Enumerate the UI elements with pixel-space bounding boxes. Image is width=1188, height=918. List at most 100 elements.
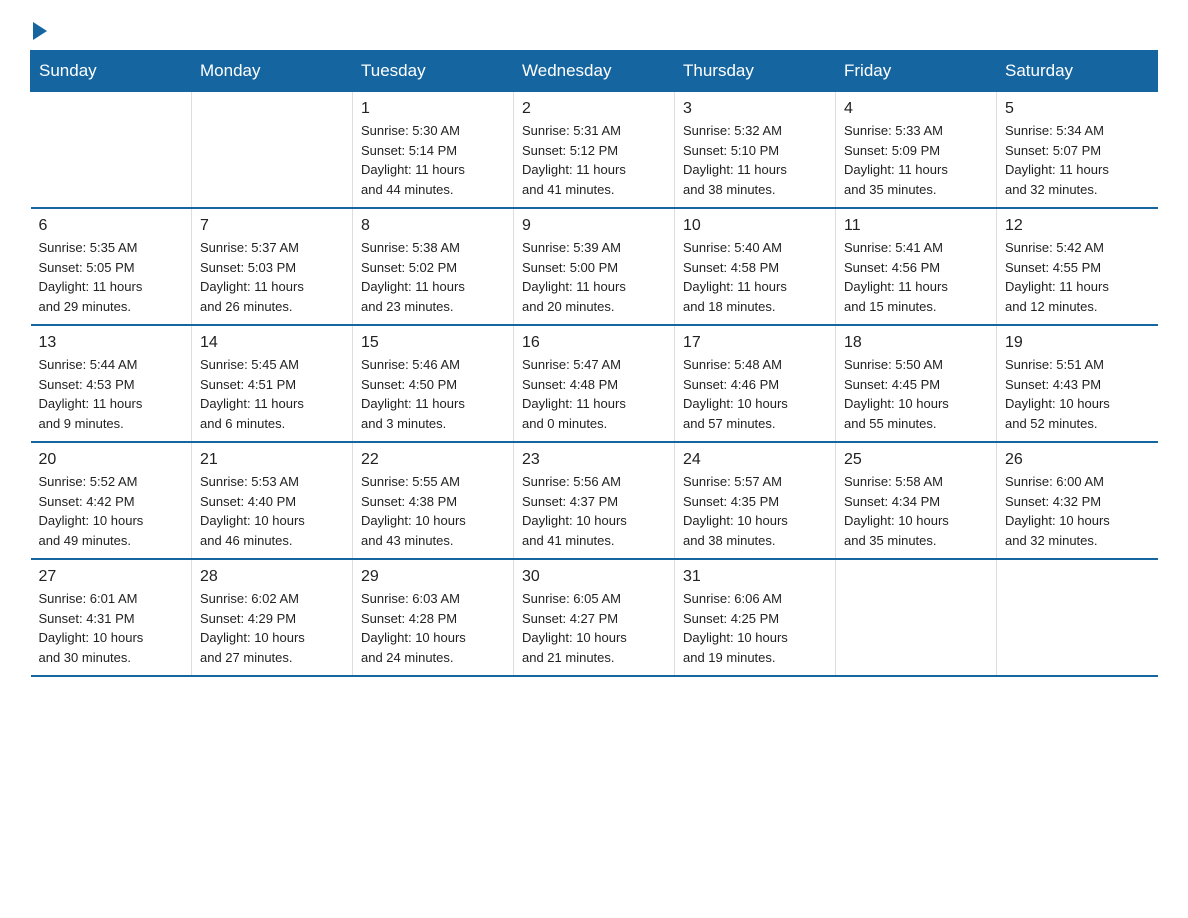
day-detail: Sunrise: 5:37 AMSunset: 5:03 PMDaylight:… — [200, 238, 344, 316]
calendar-table: SundayMondayTuesdayWednesdayThursdayFrid… — [30, 50, 1158, 677]
day-detail: Sunrise: 5:57 AMSunset: 4:35 PMDaylight:… — [683, 472, 827, 550]
day-number: 11 — [844, 217, 988, 235]
day-detail: Sunrise: 6:05 AMSunset: 4:27 PMDaylight:… — [522, 589, 666, 667]
calendar-header-sunday: Sunday — [31, 51, 192, 92]
calendar-cell: 18 Sunrise: 5:50 AMSunset: 4:45 PMDayligh… — [836, 325, 997, 442]
day-detail: Sunrise: 5:30 AMSunset: 5:14 PMDaylight:… — [361, 121, 505, 199]
calendar-cell — [31, 92, 192, 209]
calendar-cell: 24 Sunrise: 5:57 AMSunset: 4:35 PMDayligh… — [675, 442, 836, 559]
calendar-cell: 20Sunrise: 5:52 AMSunset: 4:42 PMDayligh… — [31, 442, 192, 559]
calendar-cell — [836, 559, 997, 676]
day-detail: Sunrise: 5:51 AMSunset: 4:43 PMDaylight:… — [1005, 355, 1150, 433]
day-number: 19 — [1005, 334, 1150, 352]
calendar-cell: 6Sunrise: 5:35 AMSunset: 5:05 PMDaylight… — [31, 208, 192, 325]
day-detail: Sunrise: 5:42 AMSunset: 4:55 PMDaylight:… — [1005, 238, 1150, 316]
calendar-cell: 8Sunrise: 5:38 AMSunset: 5:02 PMDaylight… — [353, 208, 514, 325]
day-number: 13 — [39, 334, 184, 352]
calendar-cell — [997, 559, 1158, 676]
day-number: 12 — [1005, 217, 1150, 235]
day-number: 2 — [522, 100, 666, 118]
calendar-cell: 1 Sunrise: 5:30 AMSunset: 5:14 PMDaylight… — [353, 92, 514, 209]
day-detail: Sunrise: 5:58 AMSunset: 4:34 PMDaylight:… — [844, 472, 988, 550]
day-number: 18 — [844, 334, 988, 352]
day-detail: Sunrise: 5:39 AMSunset: 5:00 PMDaylight:… — [522, 238, 666, 316]
calendar-week-row: 20Sunrise: 5:52 AMSunset: 4:42 PMDayligh… — [31, 442, 1158, 559]
day-detail: Sunrise: 6:03 AMSunset: 4:28 PMDaylight:… — [361, 589, 505, 667]
calendar-header-monday: Monday — [192, 51, 353, 92]
calendar-cell: 16 Sunrise: 5:47 AMSunset: 4:48 PMDayligh… — [514, 325, 675, 442]
day-number: 27 — [39, 568, 184, 586]
day-number: 25 — [844, 451, 988, 469]
day-detail: Sunrise: 5:45 AMSunset: 4:51 PMDaylight:… — [200, 355, 344, 433]
calendar-cell: 10 Sunrise: 5:40 AMSunset: 4:58 PMDayligh… — [675, 208, 836, 325]
day-detail: Sunrise: 5:53 AMSunset: 4:40 PMDaylight:… — [200, 472, 344, 550]
day-number: 29 — [361, 568, 505, 586]
calendar-cell: 2 Sunrise: 5:31 AMSunset: 5:12 PMDaylight… — [514, 92, 675, 209]
calendar-cell: 27 Sunrise: 6:01 AMSunset: 4:31 PMDayligh… — [31, 559, 192, 676]
day-detail: Sunrise: 5:47 AMSunset: 4:48 PMDaylight:… — [522, 355, 666, 433]
day-number: 30 — [522, 568, 666, 586]
calendar-header-row: SundayMondayTuesdayWednesdayThursdayFrid… — [31, 51, 1158, 92]
calendar-cell: 28 Sunrise: 6:02 AMSunset: 4:29 PMDayligh… — [192, 559, 353, 676]
day-number: 24 — [683, 451, 827, 469]
day-number: 28 — [200, 568, 344, 586]
calendar-header-friday: Friday — [836, 51, 997, 92]
day-number: 16 — [522, 334, 666, 352]
calendar-cell: 9Sunrise: 5:39 AMSunset: 5:00 PMDaylight… — [514, 208, 675, 325]
calendar-header-thursday: Thursday — [675, 51, 836, 92]
day-detail: Sunrise: 5:48 AMSunset: 4:46 PMDaylight:… — [683, 355, 827, 433]
calendar-cell: 13Sunrise: 5:44 AMSunset: 4:53 PMDayligh… — [31, 325, 192, 442]
logo-line1 — [30, 20, 47, 40]
day-detail: Sunrise: 5:31 AMSunset: 5:12 PMDaylight:… — [522, 121, 666, 199]
calendar-cell: 12 Sunrise: 5:42 AMSunset: 4:55 PMDayligh… — [997, 208, 1158, 325]
page-header — [30, 20, 1158, 40]
day-number: 23 — [522, 451, 666, 469]
day-detail: Sunrise: 6:02 AMSunset: 4:29 PMDaylight:… — [200, 589, 344, 667]
day-number: 17 — [683, 334, 827, 352]
calendar-cell: 15Sunrise: 5:46 AMSunset: 4:50 PMDayligh… — [353, 325, 514, 442]
day-number: 10 — [683, 217, 827, 235]
day-detail: Sunrise: 6:01 AMSunset: 4:31 PMDaylight:… — [39, 589, 184, 667]
day-number: 14 — [200, 334, 344, 352]
calendar-cell: 21 Sunrise: 5:53 AMSunset: 4:40 PMDayligh… — [192, 442, 353, 559]
day-detail: Sunrise: 5:41 AMSunset: 4:56 PMDaylight:… — [844, 238, 988, 316]
day-number: 8 — [361, 217, 505, 235]
calendar-cell: 14 Sunrise: 5:45 AMSunset: 4:51 PMDayligh… — [192, 325, 353, 442]
day-detail: Sunrise: 5:35 AMSunset: 5:05 PMDaylight:… — [39, 238, 184, 316]
logo-triangle-icon — [33, 22, 47, 40]
day-detail: Sunrise: 5:32 AMSunset: 5:10 PMDaylight:… — [683, 121, 827, 199]
day-detail: Sunrise: 5:34 AMSunset: 5:07 PMDaylight:… — [1005, 121, 1150, 199]
calendar-week-row: 13Sunrise: 5:44 AMSunset: 4:53 PMDayligh… — [31, 325, 1158, 442]
calendar-cell: 25 Sunrise: 5:58 AMSunset: 4:34 PMDayligh… — [836, 442, 997, 559]
calendar-week-row: 27 Sunrise: 6:01 AMSunset: 4:31 PMDayligh… — [31, 559, 1158, 676]
day-detail: Sunrise: 5:52 AMSunset: 4:42 PMDaylight:… — [39, 472, 184, 550]
day-detail: Sunrise: 5:50 AMSunset: 4:45 PMDaylight:… — [844, 355, 988, 433]
calendar-cell: 17 Sunrise: 5:48 AMSunset: 4:46 PMDayligh… — [675, 325, 836, 442]
calendar-header-tuesday: Tuesday — [353, 51, 514, 92]
day-number: 4 — [844, 100, 988, 118]
calendar-cell: 30 Sunrise: 6:05 AMSunset: 4:27 PMDayligh… — [514, 559, 675, 676]
calendar-cell: 26 Sunrise: 6:00 AMSunset: 4:32 PMDayligh… — [997, 442, 1158, 559]
day-detail: Sunrise: 5:40 AMSunset: 4:58 PMDaylight:… — [683, 238, 827, 316]
day-number: 7 — [200, 217, 344, 235]
day-number: 21 — [200, 451, 344, 469]
calendar-cell: 23 Sunrise: 5:56 AMSunset: 4:37 PMDayligh… — [514, 442, 675, 559]
calendar-cell: 11 Sunrise: 5:41 AMSunset: 4:56 PMDayligh… — [836, 208, 997, 325]
calendar-cell: 4Sunrise: 5:33 AMSunset: 5:09 PMDaylight… — [836, 92, 997, 209]
day-number: 22 — [361, 451, 505, 469]
day-detail: Sunrise: 6:06 AMSunset: 4:25 PMDaylight:… — [683, 589, 827, 667]
calendar-week-row: 1 Sunrise: 5:30 AMSunset: 5:14 PMDaylight… — [31, 92, 1158, 209]
day-detail: Sunrise: 5:56 AMSunset: 4:37 PMDaylight:… — [522, 472, 666, 550]
calendar-header-saturday: Saturday — [997, 51, 1158, 92]
day-number: 26 — [1005, 451, 1150, 469]
day-number: 5 — [1005, 100, 1150, 118]
calendar-cell: 29 Sunrise: 6:03 AMSunset: 4:28 PMDayligh… — [353, 559, 514, 676]
calendar-header-wednesday: Wednesday — [514, 51, 675, 92]
day-number: 31 — [683, 568, 827, 586]
calendar-week-row: 6Sunrise: 5:35 AMSunset: 5:05 PMDaylight… — [31, 208, 1158, 325]
day-number: 1 — [361, 100, 505, 118]
day-detail: Sunrise: 6:00 AMSunset: 4:32 PMDaylight:… — [1005, 472, 1150, 550]
calendar-cell: 3 Sunrise: 5:32 AMSunset: 5:10 PMDaylight… — [675, 92, 836, 209]
day-number: 3 — [683, 100, 827, 118]
calendar-cell: 22Sunrise: 5:55 AMSunset: 4:38 PMDayligh… — [353, 442, 514, 559]
